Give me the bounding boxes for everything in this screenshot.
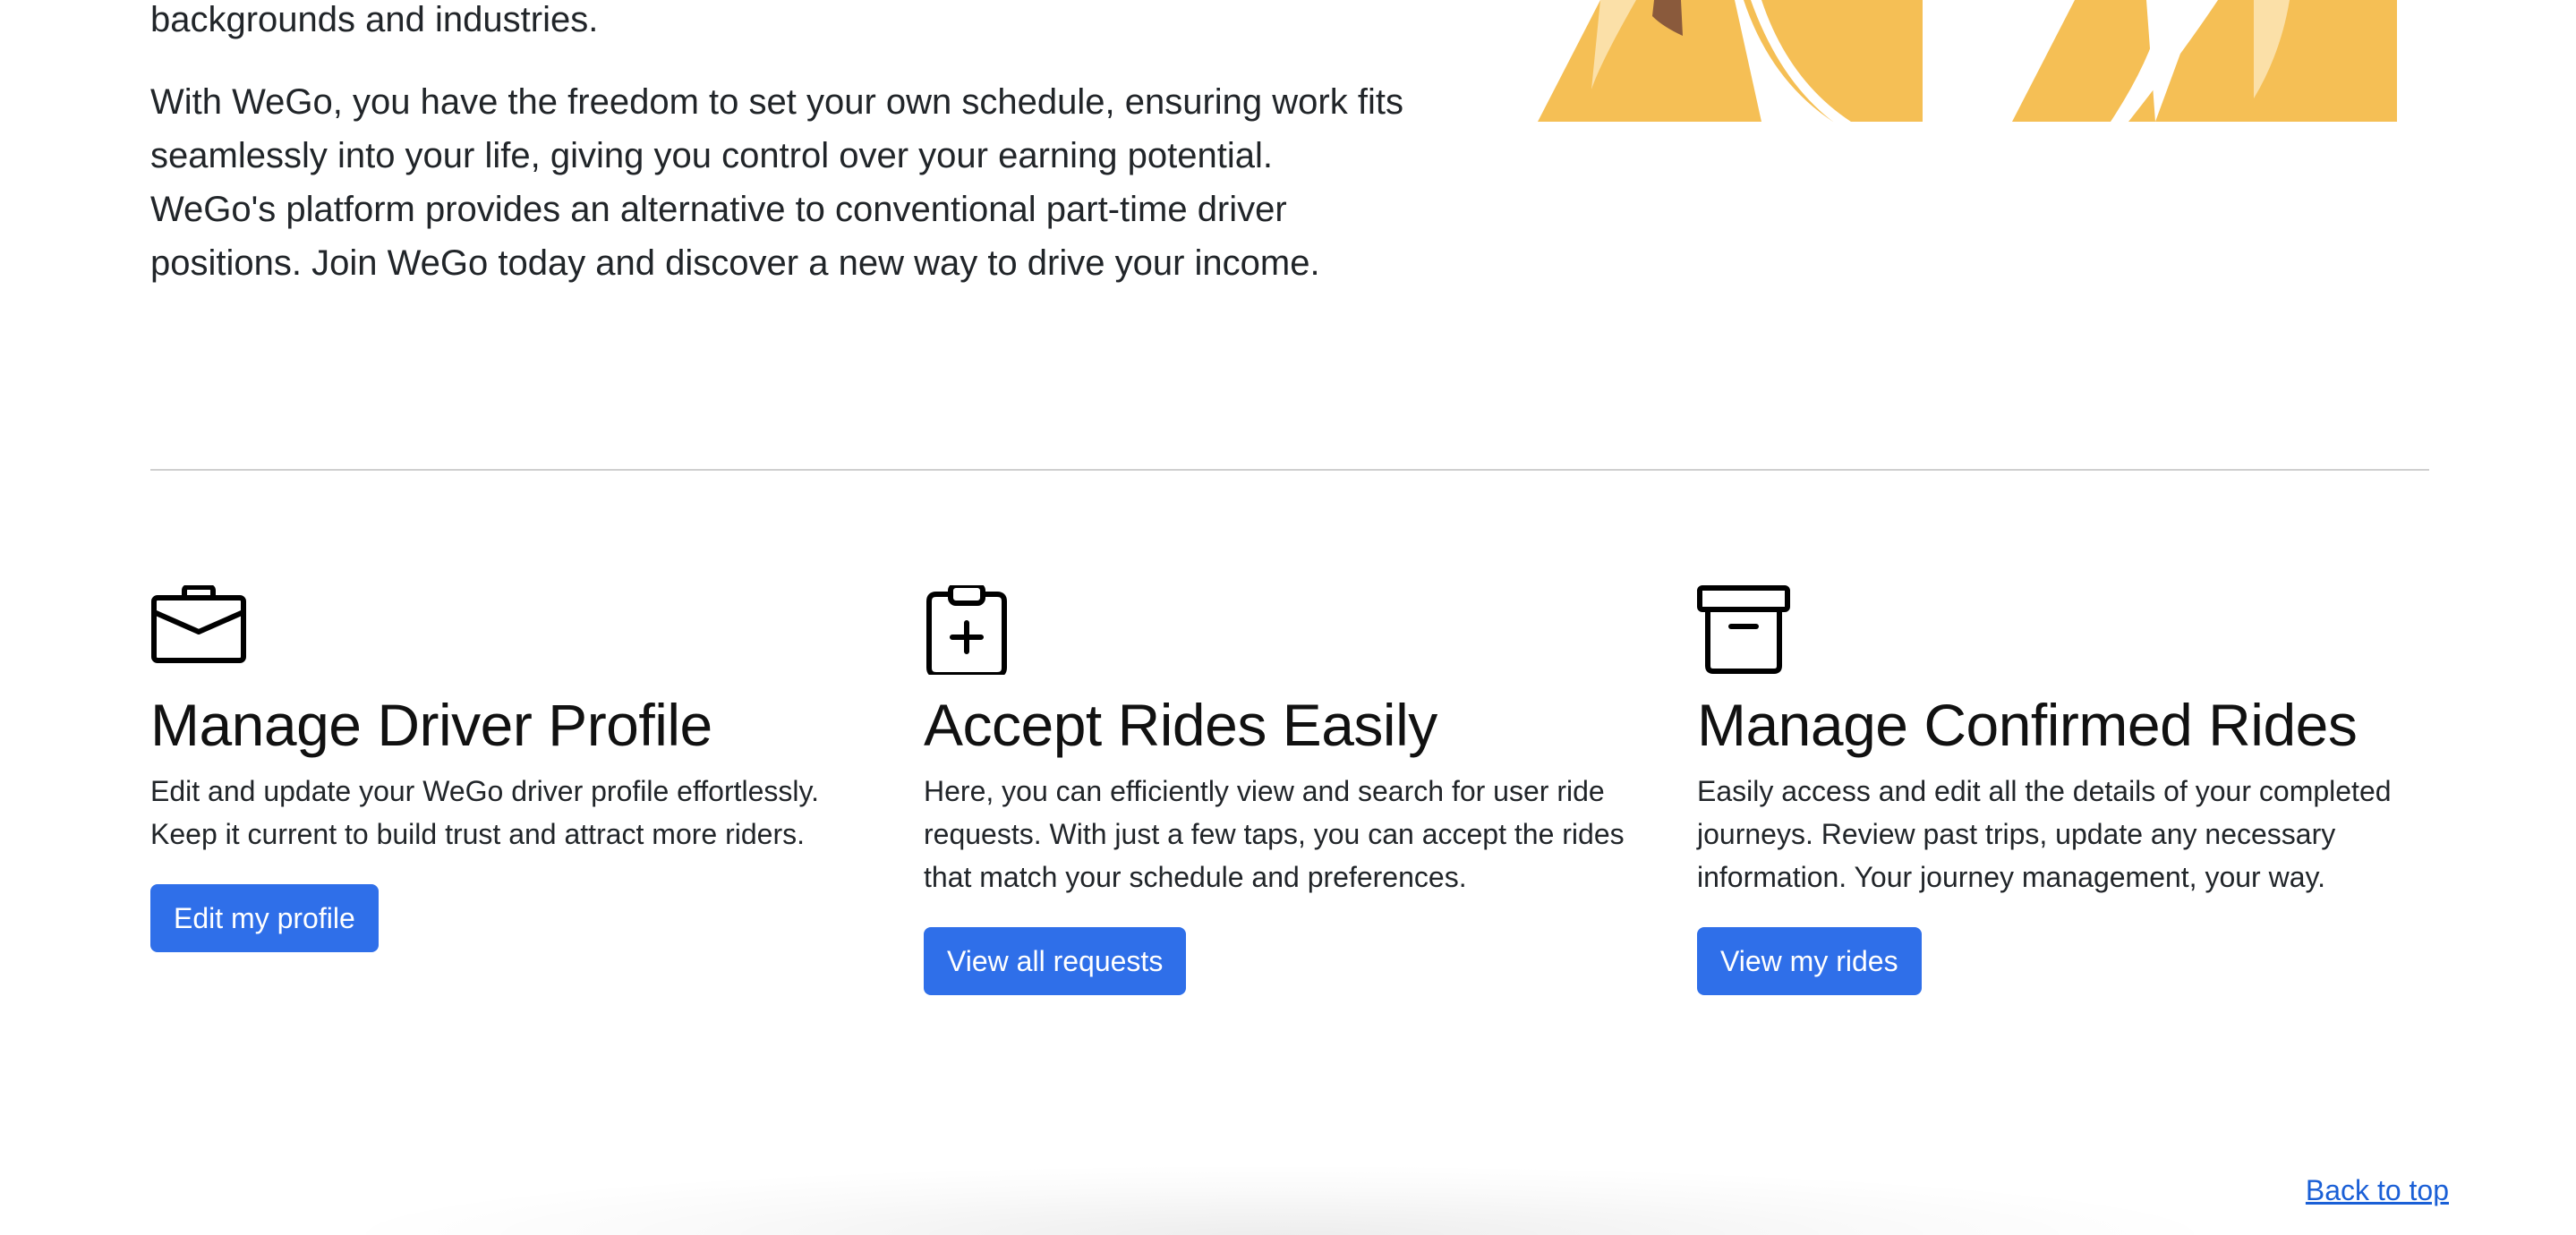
intro-text-top: backgrounds and industries. bbox=[150, 0, 599, 39]
feature-accept-rides: Accept Rides Easily Here, you can effici… bbox=[924, 585, 1658, 995]
section-divider bbox=[150, 469, 2429, 471]
view-all-requests-button[interactable]: View all requests bbox=[924, 927, 1187, 995]
feature-confirmed-rides: Manage Confirmed Rides Easily access and… bbox=[1697, 585, 2431, 995]
intro-text-main: With WeGo, you have the freedom to set y… bbox=[150, 82, 1403, 283]
feature-description: Easily access and edit all the details o… bbox=[1697, 775, 2392, 893]
edit-profile-button[interactable]: Edit my profile bbox=[150, 884, 379, 952]
feature-manage-profile: Manage Driver Profile Edit and update yo… bbox=[150, 585, 884, 952]
footer-shadow bbox=[322, 1163, 2238, 1235]
feature-description: Edit and update your WeGo driver profile… bbox=[150, 775, 820, 850]
hero-illustration bbox=[1538, 0, 2397, 122]
feature-description: Here, you can efficiently view and searc… bbox=[924, 775, 1625, 893]
driver-illustration bbox=[1538, 0, 2397, 122]
feature-title: Manage Confirmed Rides bbox=[1697, 692, 2358, 758]
feature-title: Accept Rides Easily bbox=[924, 692, 1437, 758]
back-to-top-link[interactable]: Back to top bbox=[2306, 1169, 2449, 1212]
feature-title: Manage Driver Profile bbox=[150, 692, 712, 758]
view-my-rides-button[interactable]: View my rides bbox=[1697, 927, 1922, 995]
archive-icon bbox=[1697, 585, 2431, 675]
briefcase-icon bbox=[150, 585, 884, 675]
clipboard-plus-icon bbox=[924, 585, 1658, 675]
